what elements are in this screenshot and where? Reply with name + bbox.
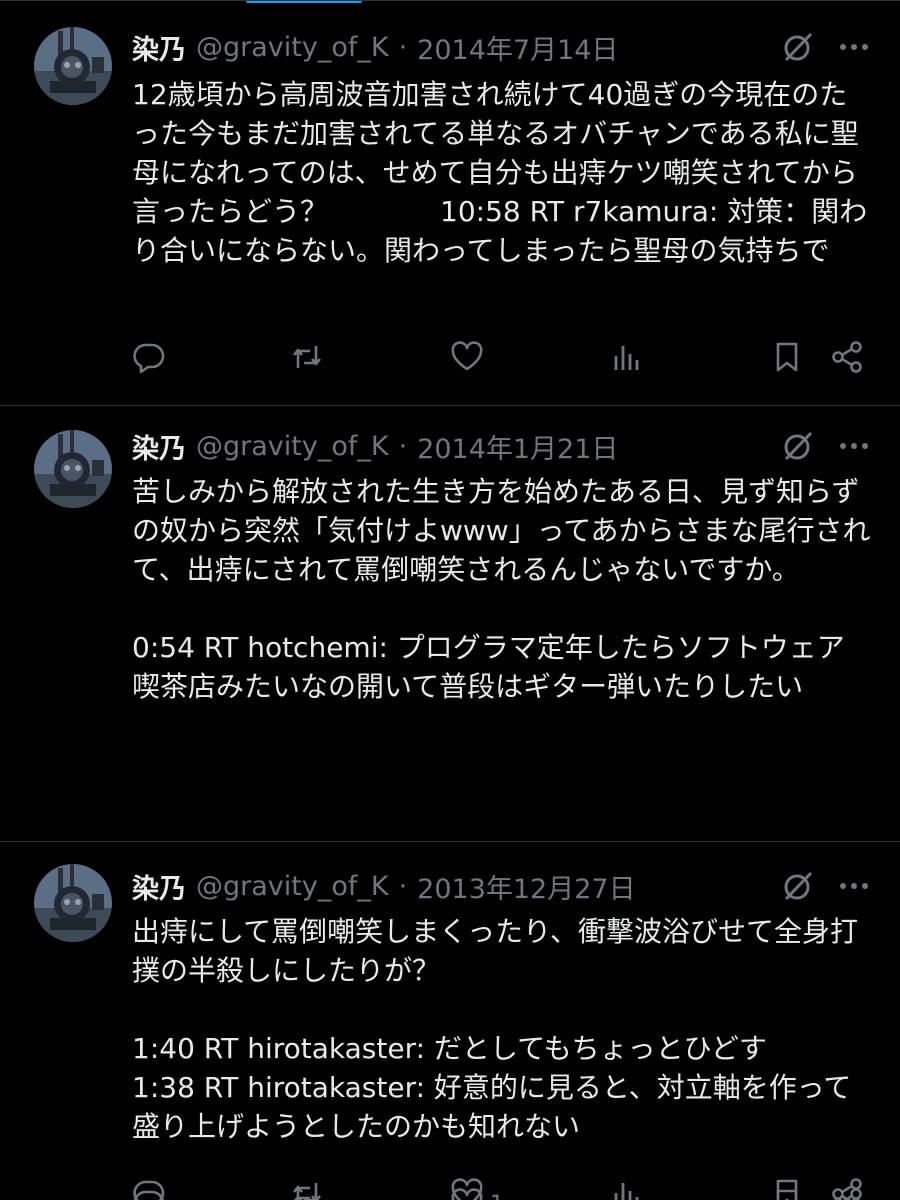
reply-icon (133, 343, 165, 374)
separator: · (398, 430, 408, 462)
timeline: 染乃 @gravity_of_K · 2014年7月14日 12歳頃から高周波音… (0, 0, 900, 1200)
heart-icon (451, 1178, 483, 1200)
retweet-button[interactable] (290, 1172, 324, 1200)
tweet[interactable]: 染乃 @gravity_of_K · 2014年1月21日 苦しみから解放された… (0, 406, 900, 1200)
bookmark-icon (776, 342, 798, 372)
avatar[interactable] (34, 430, 112, 508)
author-handle[interactable]: @gravity_of_K (196, 32, 389, 63)
retweet-icon (292, 1183, 322, 1200)
tweet-text: 苦しみから解放された生き方を始めたある日、見ず知らずの奴から突然「気付けよwww… (132, 475, 871, 703)
tweet-actions (132, 335, 872, 379)
share-button[interactable] (830, 335, 864, 379)
tweet-date[interactable]: 2014年7月14日 (417, 28, 618, 67)
reply-button[interactable] (132, 335, 166, 379)
like-button[interactable] (450, 335, 490, 379)
author-handle[interactable]: @gravity_of_K (196, 431, 389, 462)
retweet-icon (292, 346, 322, 368)
tweet-date[interactable]: 2014年1月21日 (417, 427, 618, 466)
more-icon[interactable] (838, 29, 870, 65)
avatar[interactable] (34, 864, 112, 942)
more-icon[interactable] (838, 428, 870, 464)
bookmark-button[interactable] (770, 335, 804, 379)
tweet-header: 染乃 @gravity_of_K · 2014年7月14日 (132, 27, 870, 67)
tweet-text: 出痔にして罵倒嘲笑しまくったり、衝撃波浴びせて全身打撲の半殺しにしたりが？ 1:… (132, 915, 859, 1143)
views-button[interactable] (610, 1172, 644, 1200)
bookmark-icon (776, 1179, 798, 1200)
tweet-date[interactable]: 2013年12月27日 (417, 867, 635, 906)
grok-icon[interactable] (780, 428, 816, 464)
views-icon (614, 1183, 639, 1200)
author-name[interactable]: 染乃 (132, 427, 186, 466)
avatar[interactable] (34, 27, 112, 105)
tweet[interactable]: 染乃 @gravity_of_K · 2014年7月14日 12歳頃から高周波音… (0, 0, 900, 406)
reply-icon (133, 1180, 165, 1200)
share-icon (832, 341, 862, 373)
tweet-text: 12歳頃から高周波音加害され続けて40過ぎの今現在のたった今もまだ加害されてる単… (132, 78, 868, 267)
like-button[interactable] (450, 1172, 490, 1200)
bookmark-button[interactable] (770, 1172, 804, 1200)
separator: · (398, 31, 408, 63)
views-button[interactable] (610, 335, 644, 379)
retweet-button[interactable] (290, 335, 324, 379)
separator: · (398, 870, 408, 902)
author-name[interactable]: 染乃 (132, 867, 186, 906)
author-name[interactable]: 染乃 (132, 28, 186, 67)
more-icon[interactable] (838, 868, 870, 904)
author-handle[interactable]: @gravity_of_K (196, 871, 389, 902)
tweet[interactable]: 染乃 @gravity_of_K · 2013年12月27日 出痔にして罵倒嘲笑… (0, 842, 900, 1200)
tweet-header: 染乃 @gravity_of_K · 2013年12月27日 (132, 866, 870, 906)
tweet-actions (132, 1172, 872, 1200)
share-button[interactable] (830, 1172, 864, 1200)
grok-icon[interactable] (780, 868, 816, 904)
reply-button[interactable] (132, 1172, 166, 1200)
heart-icon (451, 341, 483, 371)
share-icon (832, 1178, 862, 1200)
tweet-header: 染乃 @gravity_of_K · 2014年1月21日 (132, 426, 870, 466)
views-icon (614, 346, 639, 370)
grok-icon[interactable] (780, 29, 816, 65)
